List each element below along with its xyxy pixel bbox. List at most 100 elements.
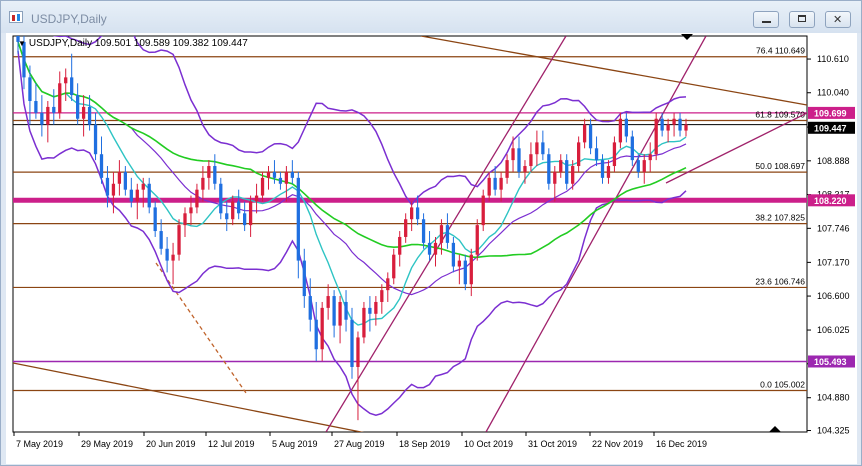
candle-body <box>666 124 670 131</box>
candle-body <box>577 142 581 167</box>
candle-body <box>105 177 110 196</box>
y-tick-label: 110.040 <box>817 88 849 98</box>
y-tick-label: 106.600 <box>817 291 850 301</box>
candle-body <box>302 260 306 297</box>
candle <box>362 301 366 344</box>
title-bar[interactable]: USDJPY,Daily <box>1 1 861 33</box>
price-tag: 109.447 <box>808 121 855 134</box>
candle <box>654 112 658 161</box>
candle-body <box>559 160 563 172</box>
candle-body <box>463 260 467 285</box>
candle-body <box>481 195 485 226</box>
candle-body <box>58 83 62 113</box>
chart-app-icon <box>9 11 23 23</box>
candle-body <box>254 195 259 202</box>
candle-body <box>606 166 611 178</box>
candle-body <box>99 154 104 178</box>
candle-body <box>517 148 521 172</box>
price-tag: 108.220 <box>808 194 855 207</box>
candle-body <box>243 213 247 226</box>
candle-body <box>415 207 420 220</box>
x-tick-label: 29 May 2019 <box>81 439 133 449</box>
collapse-triangle-icon[interactable]: ▼ <box>18 39 26 48</box>
candle-body <box>87 106 92 125</box>
fibonacci-label: 0.0 105.002 <box>760 380 805 390</box>
restore-button[interactable] <box>789 11 815 28</box>
candle-body <box>398 236 402 255</box>
x-tick-label: 16 Dec 2019 <box>656 439 707 449</box>
candle-body <box>141 183 145 190</box>
candle-body <box>46 106 50 125</box>
candle-body <box>630 136 634 161</box>
candle-body <box>165 248 169 261</box>
candle-body <box>135 189 139 202</box>
candle-body <box>28 77 32 102</box>
candle-body <box>451 242 456 267</box>
candle-body <box>117 171 122 184</box>
minimize-button[interactable] <box>753 11 779 28</box>
candle-body <box>594 148 599 161</box>
candle-body <box>260 177 265 196</box>
candle-body <box>493 177 497 190</box>
candle-body <box>76 95 80 119</box>
candle-body <box>553 171 557 184</box>
y-tick-label: 107.746 <box>817 223 850 233</box>
y-tick-label: 108.888 <box>817 156 850 166</box>
candle-body <box>52 106 56 113</box>
candle-body <box>642 160 646 172</box>
candle-body <box>81 106 86 119</box>
x-tick-label: 22 Nov 2019 <box>592 439 643 449</box>
candle-body <box>374 301 378 314</box>
candle-body <box>433 242 438 255</box>
candle-body <box>541 142 545 155</box>
candle-body <box>225 213 229 220</box>
window-title: USDJPY,Daily <box>31 12 107 26</box>
candle-body <box>129 189 133 202</box>
candle-body <box>362 307 366 338</box>
price-tag-label: 105.493 <box>814 357 847 367</box>
candle-body <box>421 219 426 243</box>
candle-body <box>70 77 74 96</box>
candle-body <box>272 171 277 178</box>
price-tag: 105.493 <box>808 355 855 368</box>
candle-body <box>147 183 151 208</box>
candle-body <box>499 177 503 190</box>
candle-body <box>231 201 235 220</box>
candle-body <box>284 171 289 184</box>
candle-body <box>392 254 396 279</box>
candle-body <box>356 337 360 367</box>
candle <box>481 189 485 232</box>
fibonacci-label: 50.0 108.697 <box>755 161 805 171</box>
plot-area <box>12 35 808 433</box>
candle-body <box>571 166 575 184</box>
candle <box>219 177 223 220</box>
candle-body <box>213 166 217 184</box>
candle-body <box>565 160 569 184</box>
candle-body <box>457 260 461 267</box>
price-tag: 109.699 <box>808 106 855 119</box>
candle <box>177 219 181 261</box>
candle-body <box>266 171 271 178</box>
candle-body <box>207 166 211 178</box>
candle-body <box>684 124 688 131</box>
candle-body <box>588 124 593 149</box>
fibonacci-label: 38.2 107.825 <box>755 213 805 223</box>
candle-body <box>660 118 664 131</box>
candle-body <box>410 207 414 220</box>
candle-body <box>326 296 330 308</box>
close-button[interactable] <box>825 11 851 28</box>
chart-symbol: USDJPY,Daily <box>28 38 93 49</box>
y-tick-label: 110.610 <box>817 54 849 64</box>
candle-body <box>93 124 98 155</box>
candle <box>547 148 551 190</box>
price-chart[interactable]: 76.4 110.64961.8 109.57050.0 108.69738.2… <box>6 33 857 464</box>
y-tick-label: 104.325 <box>817 426 850 436</box>
candle-body <box>368 307 372 314</box>
candle-body <box>404 219 408 237</box>
candle-body <box>427 242 432 255</box>
candle-body <box>344 301 348 320</box>
candle-body <box>487 177 491 196</box>
candle-body <box>529 154 533 167</box>
candle-body <box>380 290 384 302</box>
candle-body <box>600 160 605 178</box>
